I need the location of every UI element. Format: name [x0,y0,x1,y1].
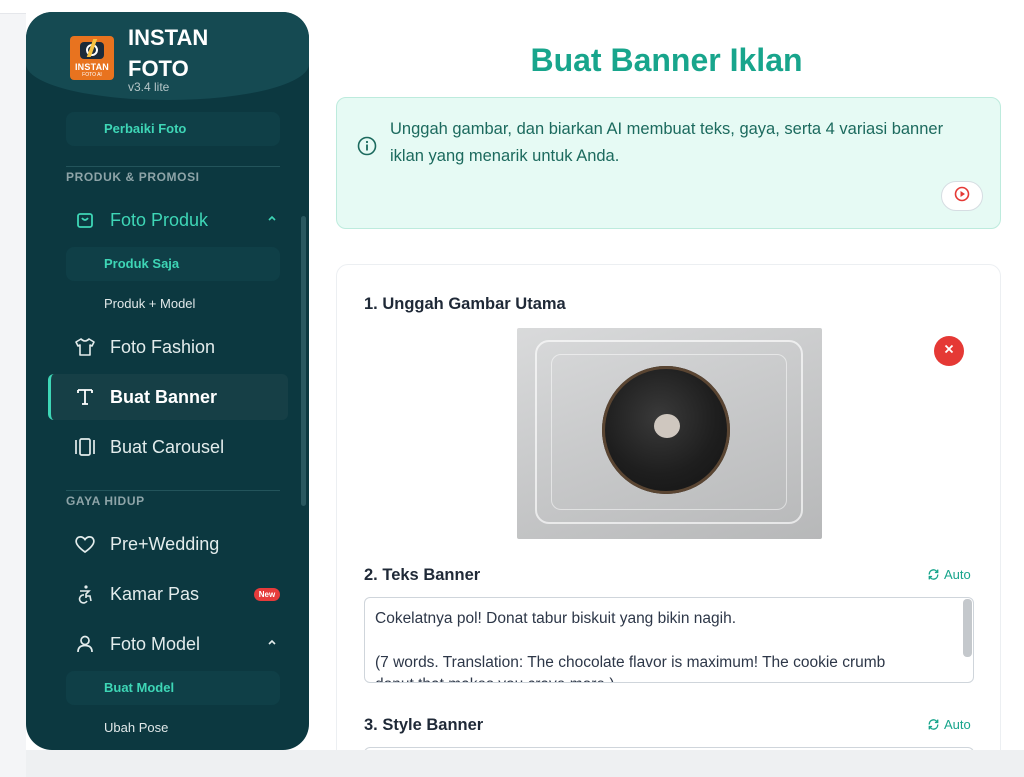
brand-name: INSTAN FOTO [128,25,209,81]
sidebar-header: INSTAN FOTO AI INSTAN FOTO v3.4 lite [26,12,309,100]
sidebar-scrollbar[interactable] [301,216,306,506]
sidebar-item-label: Foto Fashion [110,336,216,357]
sidebar-item-label: Buat Carousel [110,436,225,457]
refresh-icon [928,719,939,730]
sidebar-item-kamar-pas[interactable]: Kamar Pas New [48,571,288,617]
step-upload-heading: 1. Unggah Gambar Utama [364,295,566,313]
sidebar-item-buat-carousel[interactable]: Buat Carousel [48,424,288,470]
uploaded-image [517,328,822,539]
sidebar-item-perbaiki-foto[interactable]: Perbaiki Foto [66,112,280,146]
shopping-bag-icon [74,209,96,231]
accessibility-icon [74,583,96,605]
sidebar-item-foto-produk[interactable]: Foto Produk [48,197,288,243]
banner-text-line: (7 words. Translation: The chocolate fla… [375,654,886,671]
sidebar-item-foto-fashion[interactable]: Foto Fashion [48,324,288,370]
sidebar-item-label: Kamar Pas [110,583,200,604]
sidebar: INSTAN FOTO AI INSTAN FOTO v3.4 lite Per… [26,12,309,750]
play-video-button[interactable] [941,181,983,211]
step-style-heading: 3. Style Banner [364,716,484,734]
app-window: INSTAN FOTO AI INSTAN FOTO v3.4 lite Per… [26,12,1024,767]
sidebar-item-label: Buat Banner [110,386,218,407]
sidebar-item-produk-model[interactable]: Produk + Model [104,296,195,311]
divider [66,166,280,167]
sidebar-item-label: Foto Model [110,633,201,654]
section-gaya-hidup: GAYA HIDUP [66,494,145,508]
main-content: Buat Banner Iklan Unggah gambar, dan bia… [309,12,1024,767]
close-icon [943,342,955,360]
auto-label: Auto [944,717,971,732]
sidebar-item-produk-saja[interactable]: Produk Saja [66,247,280,281]
text-icon [74,386,96,408]
auto-label: Auto [944,567,971,582]
logo-subtext: FOTO AI [82,72,102,78]
sidebar-item-label: Foto Produk [110,209,209,230]
sidebar-item-ubah-pose[interactable]: Ubah Pose [104,720,168,735]
banner-text-line: Cokelatnya pol! Donat tabur biskuit yang… [375,610,737,627]
sidebar-item-foto-model[interactable]: Foto Model [48,621,288,667]
auto-style-button[interactable]: Auto [927,717,971,732]
banner-text-line: donut that makes you crave more.) [375,674,951,682]
form-card: 1. Unggah Gambar Utama 2. Teks Banner Au… [336,264,1001,767]
step-text-heading: 2. Teks Banner [364,566,481,584]
info-text: Unggah gambar, dan biarkan AI membuat te… [390,120,944,165]
donut-photo [602,366,730,494]
sidebar-item-pre-wedding[interactable]: Pre+Wedding [48,521,288,567]
remove-image-button[interactable] [934,336,964,366]
refresh-icon [928,569,939,580]
section-produk-promosi: PRODUK & PROMOSI [66,170,200,184]
chevron-up-icon[interactable] [266,635,278,653]
divider [66,490,280,491]
info-icon [357,136,377,161]
chevron-up-icon[interactable] [266,211,278,229]
logo-text: INSTAN [74,62,110,72]
heart-icon [74,533,96,555]
auto-text-button[interactable]: Auto [927,567,971,582]
app-version: v3.4 lite [128,80,170,94]
bottom-edge [26,750,1024,777]
user-icon [74,633,96,655]
new-badge: New [254,588,280,601]
app-logo: INSTAN FOTO AI [70,36,114,80]
info-box: Unggah gambar, dan biarkan AI membuat te… [336,97,1001,229]
sidebar-item-label: Pre+Wedding [110,533,220,554]
sidebar-item-buat-model[interactable]: Buat Model [66,671,280,705]
carousel-icon [74,436,96,458]
sidebar-item-buat-banner[interactable]: Buat Banner [48,374,288,420]
textarea-scrollbar[interactable] [963,599,972,657]
play-icon [954,186,970,207]
banner-text-input[interactable]: Cokelatnya pol! Donat tabur biskuit yang… [364,597,974,683]
page-title: Buat Banner Iklan [530,42,803,78]
shirt-icon [74,336,96,358]
